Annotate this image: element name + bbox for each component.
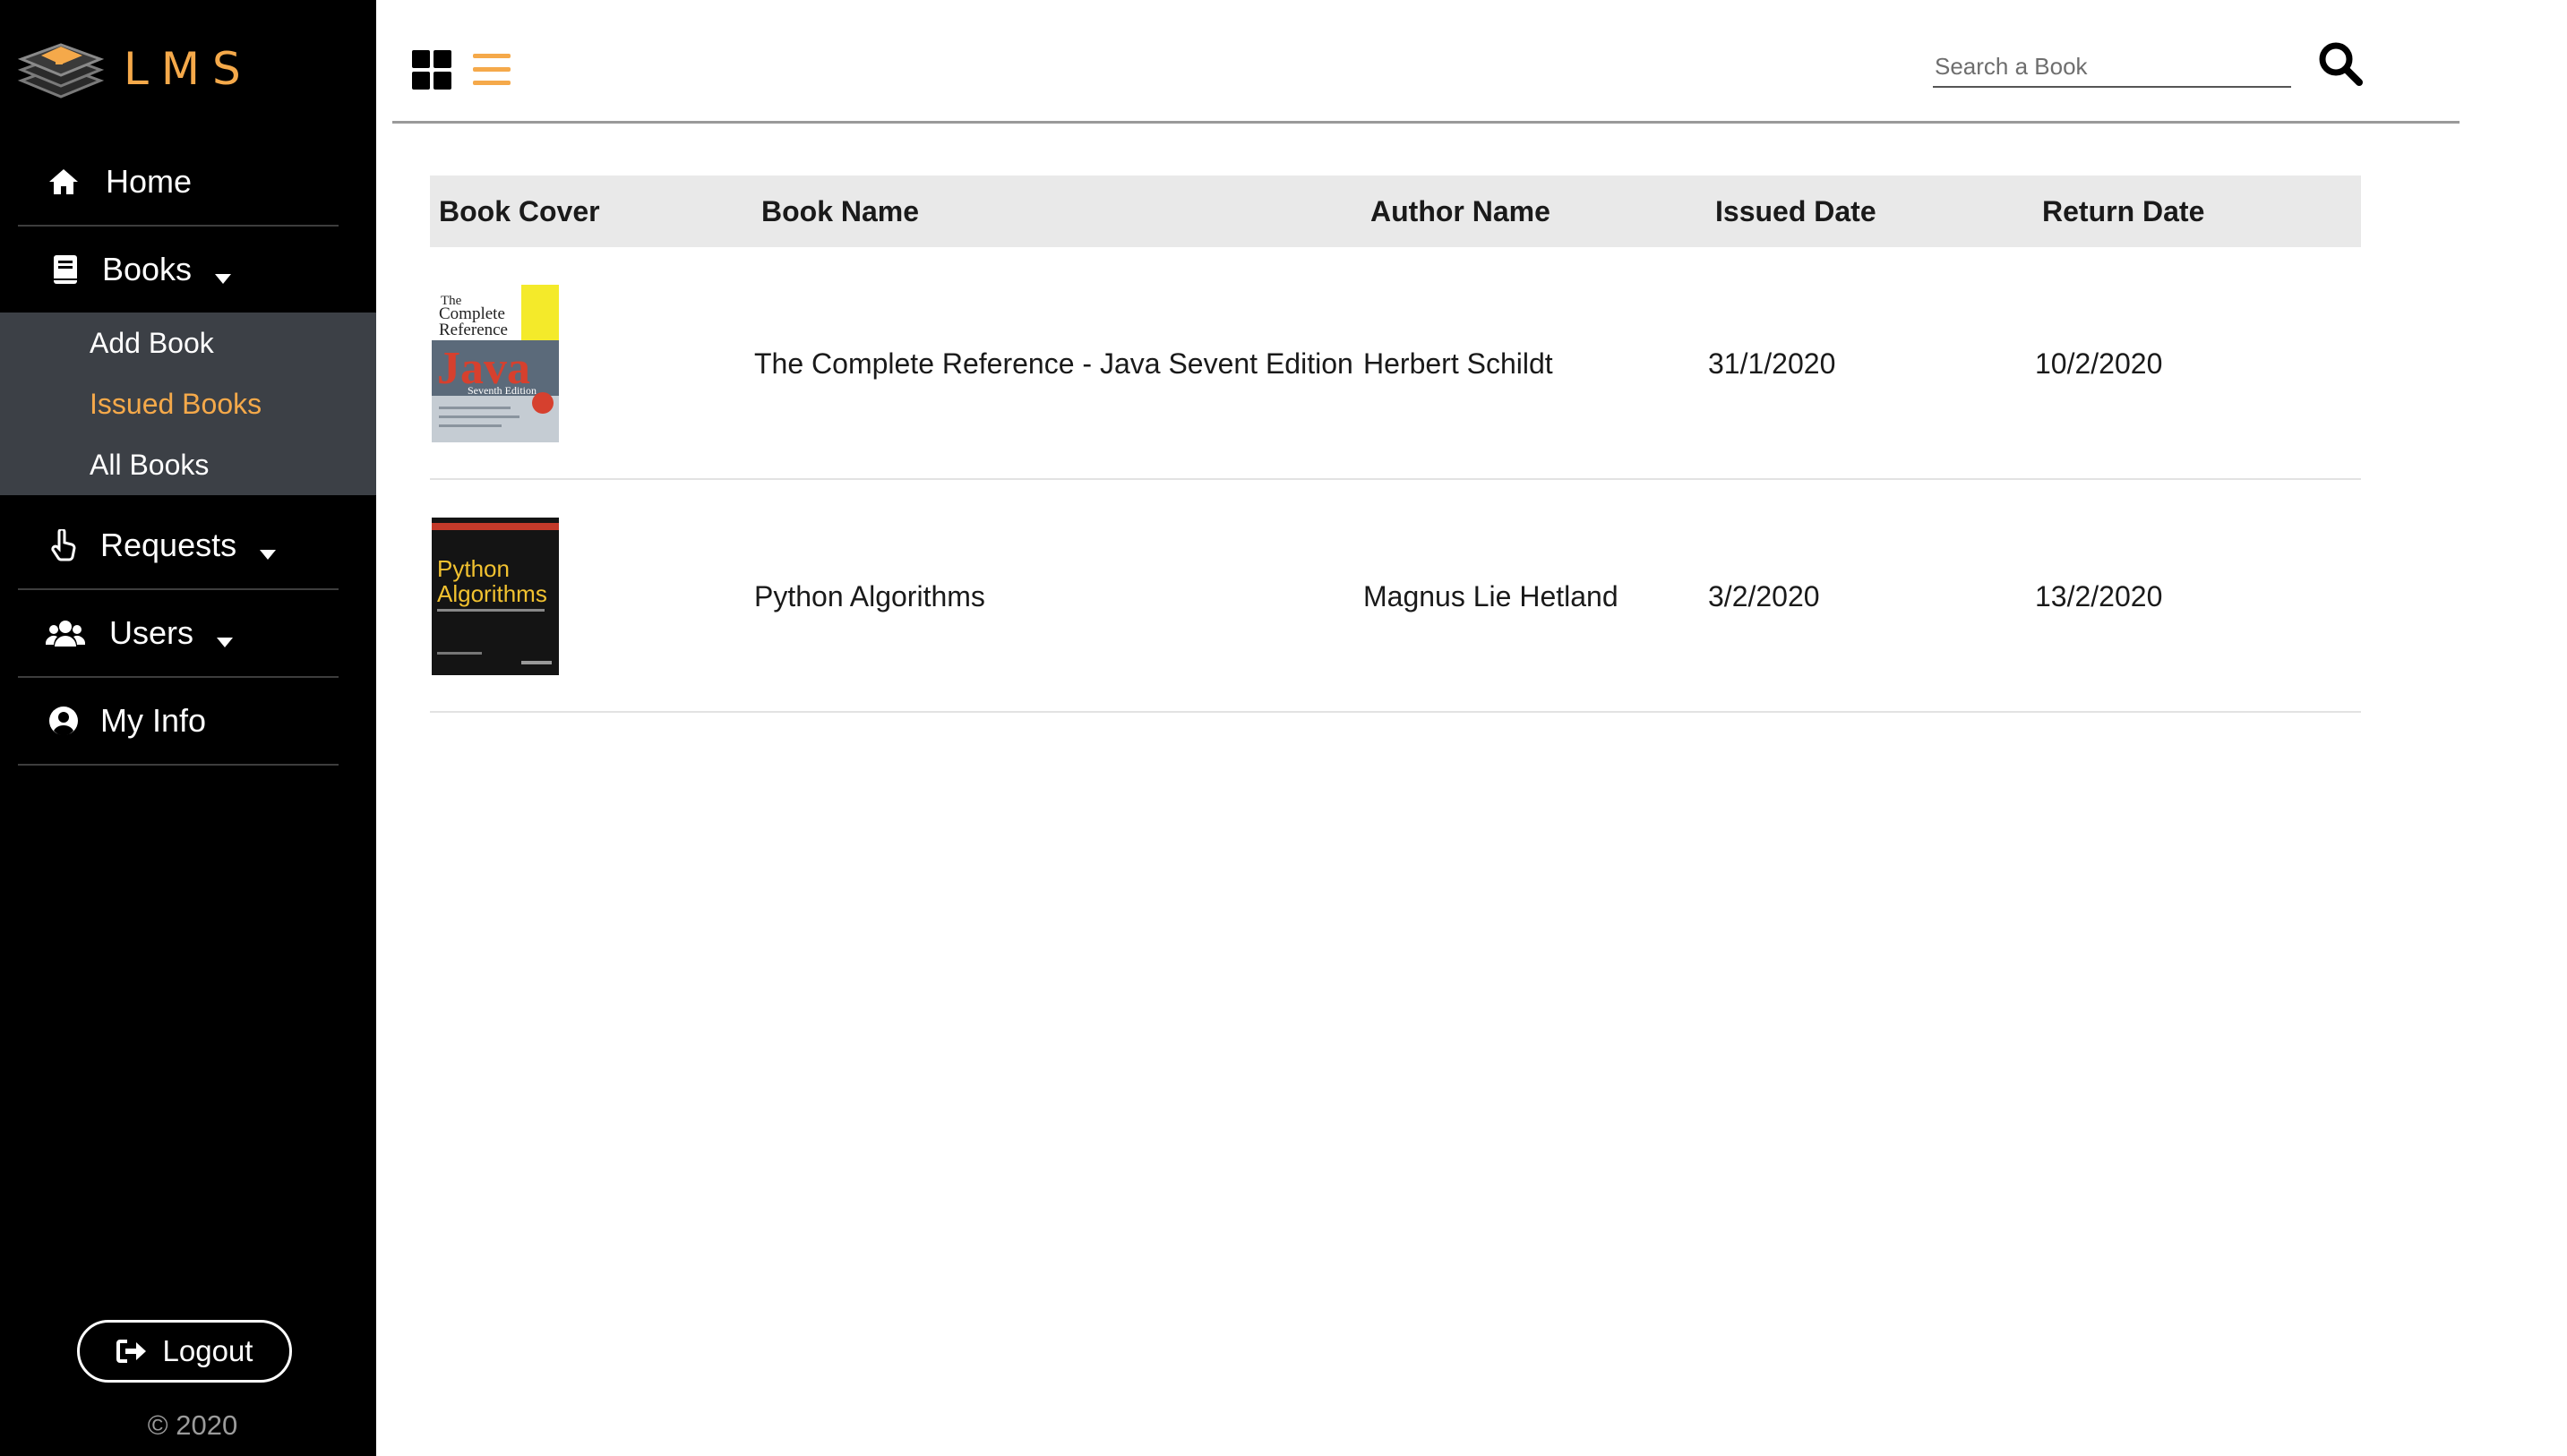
search-field	[1933, 48, 2291, 88]
books-stack-logo	[17, 43, 104, 98]
chevron-down-icon	[260, 531, 277, 569]
author-name: Herbert Schildt	[1363, 347, 1553, 380]
table-row[interactable]: Python Algorithms Python Algorithms Magn…	[430, 480, 2361, 713]
sidebar-nav: Home Books Add Book Issued Books All Boo…	[0, 139, 376, 766]
sidebar-item-label: Books	[102, 251, 193, 287]
grid-view-icon[interactable]	[412, 50, 451, 90]
issued-date: 3/2/2020	[1708, 579, 1820, 612]
java-complete-reference-cover: The Complete Reference Java Seventh Edit…	[432, 285, 559, 442]
column-header: Issued Date	[1715, 194, 1876, 227]
submenu-item-add-book[interactable]: Add Book	[0, 313, 376, 373]
books-submenu: Add Book Issued Books All Books	[0, 313, 376, 495]
return-date: 13/2/2020	[2035, 579, 2163, 612]
submenu-item-issued-books[interactable]: Issued Books	[0, 373, 376, 434]
author-name: Magnus Lie Hetland	[1363, 579, 1618, 612]
user-circle-icon	[45, 702, 82, 740]
sidebar-item-label: Home	[106, 163, 193, 200]
svg-text:Seventh Edition: Seventh Edition	[468, 384, 537, 397]
svg-text:Python: Python	[437, 555, 510, 582]
submenu-item-all-books[interactable]: All Books	[0, 434, 376, 495]
copyright: © 2020	[147, 1409, 238, 1441]
python-algorithms-cover: Python Algorithms	[432, 518, 559, 675]
sign-out-icon	[116, 1340, 146, 1363]
sidebar-item-home[interactable]: Home	[0, 139, 376, 225]
book-name: The Complete Reference - Java Sevent Edi…	[754, 347, 1353, 380]
toolbar	[392, 0, 2460, 124]
book-icon	[47, 251, 84, 288]
issued-books-table: Book Cover Book Name Author Name Issued …	[430, 176, 2361, 713]
sidebar-item-label: Users	[109, 614, 194, 651]
column-header: Book Name	[761, 194, 920, 227]
column-header: Book Cover	[439, 194, 600, 227]
sidebar-item-my-info[interactable]: My Info	[0, 678, 376, 764]
divider	[18, 764, 339, 766]
column-header: Return Date	[2042, 194, 2205, 227]
sidebar-item-label: Requests	[100, 527, 237, 563]
users-icon	[45, 614, 86, 652]
sidebar-item-label: My Info	[100, 702, 207, 739]
brand-name: LMS	[124, 43, 253, 95]
book-cover[interactable]: The Complete Reference Java Seventh Edit…	[432, 247, 559, 480]
book-name: Python Algorithms	[754, 579, 985, 612]
sidebar: LMS Home Books Add Book Issued Books All…	[0, 0, 376, 1456]
search-input[interactable]	[1933, 48, 2291, 84]
search-icon[interactable]	[2318, 41, 2363, 86]
sidebar-item-users[interactable]: Users	[0, 590, 376, 676]
brand[interactable]: LMS	[14, 29, 253, 109]
book-cover[interactable]: Python Algorithms	[432, 480, 559, 713]
list-view-icon[interactable]	[473, 52, 511, 88]
return-date: 10/2/2020	[2035, 347, 2163, 380]
chevron-down-icon	[217, 619, 234, 656]
table-row[interactable]: The Complete Reference Java Seventh Edit…	[430, 247, 2361, 480]
column-header: Author Name	[1370, 194, 1550, 227]
issued-date: 31/1/2020	[1708, 347, 1836, 380]
svg-text:Algorithms: Algorithms	[437, 580, 547, 607]
sidebar-item-requests[interactable]: Requests	[0, 502, 376, 588]
logout-button[interactable]: Logout	[77, 1320, 292, 1383]
hand-pointer-icon	[45, 527, 82, 564]
logout-label: Logout	[162, 1334, 253, 1367]
sidebar-item-books[interactable]: Books	[0, 227, 376, 313]
home-icon	[45, 163, 82, 201]
chevron-down-icon	[215, 255, 232, 293]
table-header: Book Cover Book Name Author Name Issued …	[430, 176, 2361, 247]
svg-text:Reference: Reference	[439, 321, 508, 339]
